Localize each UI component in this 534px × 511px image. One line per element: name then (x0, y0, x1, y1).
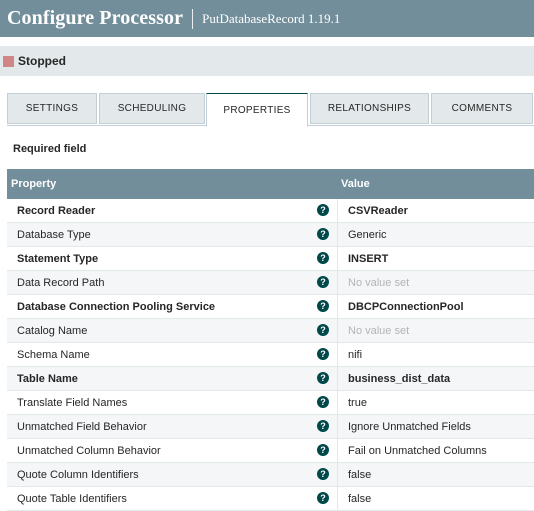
help-icon[interactable]: ? (317, 420, 329, 432)
help-icon[interactable]: ? (317, 204, 329, 216)
column-header-value[interactable]: Value (341, 178, 370, 190)
column-divider (337, 247, 338, 271)
processor-type: PutDatabaseRecord 1.19.1 (202, 10, 341, 26)
table-body: Record Reader? CSVReader Database Type? Gen… (7, 199, 534, 511)
tab-comments[interactable]: COMMENTS (431, 93, 533, 124)
table-row[interactable]: Catalog Name? No value set (7, 319, 534, 343)
property-value[interactable]: DBCPConnectionPool (348, 301, 464, 313)
run-status-bar: Stopped (0, 46, 534, 76)
property-name: Unmatched Column Behavior (17, 445, 161, 457)
table-row[interactable]: Unmatched Field Behavior? Ignore Unmatche… (7, 415, 534, 439)
tab-relationships-label: RELATIONSHIPS (327, 103, 412, 114)
table-header: Property Value (7, 169, 534, 199)
property-name: Database Type (17, 229, 91, 241)
table-row[interactable]: Database Connection Pooling Service? DBCP… (7, 295, 534, 319)
property-name: Unmatched Field Behavior (17, 421, 147, 433)
column-divider (337, 199, 338, 223)
property-value[interactable]: false (348, 493, 371, 505)
help-icon[interactable]: ? (317, 444, 329, 456)
dialog-header: Configure Processor PutDatabaseRecord 1.… (0, 0, 534, 37)
table-row[interactable]: Quote Table Identifiers? false (7, 487, 534, 511)
column-divider (337, 487, 338, 511)
property-value[interactable]: No value set (348, 325, 409, 337)
property-name: Schema Name (17, 349, 90, 361)
column-divider (337, 463, 338, 487)
table-row[interactable]: Translate Field Names? true (7, 391, 534, 415)
run-status-text: Stopped (18, 54, 66, 68)
column-divider (337, 295, 338, 319)
column-divider (337, 223, 338, 247)
help-icon[interactable]: ? (317, 300, 329, 312)
property-value[interactable]: business_dist_data (348, 373, 450, 385)
property-name: Data Record Path (17, 277, 105, 289)
help-icon[interactable]: ? (317, 276, 329, 288)
property-name: Database Connection Pooling Service (17, 301, 216, 313)
table-row[interactable]: Schema Name? nifi (7, 343, 534, 367)
tab-scheduling-label: SCHEDULING (117, 103, 187, 114)
help-icon[interactable]: ? (317, 252, 329, 264)
stopped-icon (3, 55, 14, 67)
help-icon[interactable]: ? (317, 228, 329, 240)
help-icon[interactable]: ? (317, 468, 329, 480)
help-icon[interactable]: ? (317, 372, 329, 384)
tab-settings[interactable]: SETTINGS (7, 93, 97, 124)
property-value[interactable]: INSERT (348, 253, 388, 265)
help-icon[interactable]: ? (317, 348, 329, 360)
property-value[interactable]: Fail on Unmatched Columns (348, 445, 487, 457)
help-icon[interactable]: ? (317, 396, 329, 408)
table-row[interactable]: Table Name? business_dist_data (7, 367, 534, 391)
column-divider (337, 415, 338, 439)
tab-scheduling[interactable]: SCHEDULING (99, 93, 205, 124)
property-name: Record Reader (17, 205, 96, 217)
property-name: Catalog Name (17, 325, 88, 337)
tab-properties-label: PROPERTIES (223, 104, 291, 116)
table-row[interactable]: Unmatched Column Behavior? Fail on Unmatc… (7, 439, 534, 463)
tab-properties[interactable]: PROPERTIES (206, 93, 308, 127)
table-row[interactable]: Database Type? Generic (7, 223, 534, 247)
property-value[interactable]: CSVReader (348, 205, 408, 217)
tab-settings-label: SETTINGS (25, 103, 79, 114)
column-divider (337, 343, 338, 367)
help-icon[interactable]: ? (317, 492, 329, 504)
property-name: Table Name (17, 373, 78, 385)
column-divider (337, 271, 338, 295)
property-name: Statement Type (17, 253, 99, 265)
dialog-title: Configure Processor (7, 7, 184, 29)
table-row[interactable]: Record Reader? CSVReader (7, 199, 534, 223)
table-row[interactable]: Statement Type? INSERT (7, 247, 534, 271)
column-divider (337, 439, 338, 463)
property-value[interactable]: Generic (348, 229, 387, 241)
property-name: Translate Field Names (17, 397, 128, 409)
property-name: Quote Table Identifiers (17, 493, 127, 505)
properties-table: Property Value Record Reader? CSVReader Da… (7, 169, 534, 511)
table-row[interactable]: Data Record Path? No value set (7, 271, 534, 295)
tab-relationships[interactable]: RELATIONSHIPS (310, 93, 429, 124)
property-value[interactable]: No value set (348, 277, 409, 289)
property-name: Quote Column Identifiers (17, 469, 139, 481)
column-divider (337, 367, 338, 391)
property-value[interactable]: false (348, 469, 371, 481)
help-icon[interactable]: ? (317, 324, 329, 336)
column-header-property[interactable]: Property (11, 178, 56, 190)
required-field-note: Required field (13, 143, 87, 155)
property-value[interactable]: nifi (348, 349, 362, 361)
column-divider (337, 391, 338, 415)
header-divider (192, 8, 194, 29)
table-row[interactable]: Quote Column Identifiers? false (7, 463, 534, 487)
tab-comments-label: COMMENTS (451, 103, 513, 114)
property-value[interactable]: Ignore Unmatched Fields (348, 421, 471, 433)
column-divider (337, 319, 338, 343)
property-value[interactable]: true (348, 397, 367, 409)
